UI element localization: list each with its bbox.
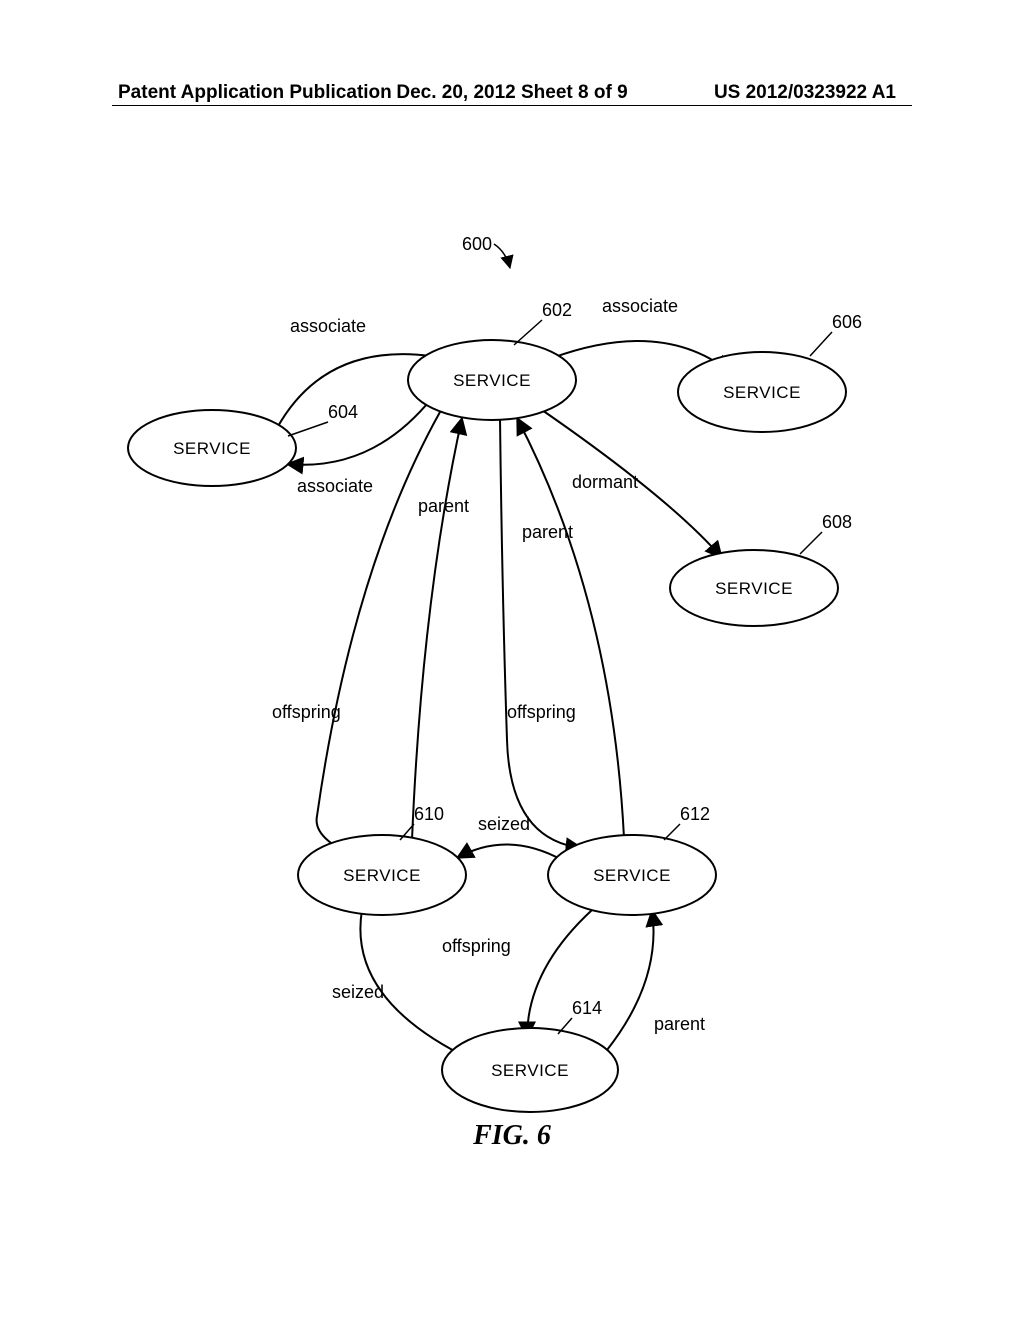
node-606: SERVICE bbox=[678, 352, 846, 432]
edge-offspring-612-614 bbox=[527, 910, 592, 1038]
edge-seized-612-610 bbox=[457, 844, 562, 860]
svg-text:SERVICE: SERVICE bbox=[173, 439, 251, 458]
edge-offspring-602-612 bbox=[500, 418, 582, 848]
svg-text:SERVICE: SERVICE bbox=[491, 1061, 569, 1080]
svg-text:SERVICE: SERVICE bbox=[453, 371, 531, 390]
svg-text:SERVICE: SERVICE bbox=[723, 383, 801, 402]
figure-6-diagram: associate associate associate dormant of… bbox=[62, 140, 962, 1240]
header-mid: Dec. 20, 2012 Sheet 8 of 9 bbox=[396, 82, 627, 104]
header-left: Patent Application Publication bbox=[118, 82, 392, 104]
edgelabel-associate-602-606: associate bbox=[602, 296, 678, 316]
node-610: SERVICE bbox=[298, 835, 466, 915]
svg-text:SERVICE: SERVICE bbox=[715, 579, 793, 598]
figure-caption: FIG. 6 bbox=[0, 1120, 1024, 1152]
node-602: SERVICE bbox=[408, 340, 576, 420]
edge-parent-610-602 bbox=[412, 418, 462, 840]
header-rule bbox=[112, 105, 912, 106]
edgelabel-dormant-602-608: dormant bbox=[572, 472, 638, 492]
edgelabel-parent-610-602: parent bbox=[418, 496, 469, 516]
svg-text:SERVICE: SERVICE bbox=[343, 866, 421, 885]
ref-602: 602 bbox=[542, 300, 572, 320]
ref-606: 606 bbox=[832, 312, 862, 332]
ref-614: 614 bbox=[572, 998, 602, 1018]
edge-associate-602-604 bbox=[287, 398, 432, 465]
ref-610: 610 bbox=[414, 804, 444, 824]
edgelabel-associate-602-604: associate bbox=[297, 476, 373, 496]
edgelabel-seized-612-610: seized bbox=[478, 814, 530, 834]
header-right: US 2012/0323922 A1 bbox=[714, 82, 896, 104]
edgelabel-seized-610-614: seized bbox=[332, 982, 384, 1002]
edgelabel-associate-604-602: associate bbox=[290, 316, 366, 336]
ref-608: 608 bbox=[822, 512, 852, 532]
node-614: SERVICE bbox=[442, 1028, 618, 1112]
svg-text:SERVICE: SERVICE bbox=[593, 866, 671, 885]
ref-600: 600 bbox=[462, 234, 492, 254]
ref-612: 612 bbox=[680, 804, 710, 824]
edgelabel-offspring-612-614: offspring bbox=[442, 936, 511, 956]
ref-604: 604 bbox=[328, 402, 358, 422]
edgelabel-offspring-602-612: offspring bbox=[507, 702, 576, 722]
node-608: SERVICE bbox=[670, 550, 838, 626]
node-604: SERVICE bbox=[128, 410, 296, 486]
edgelabel-offspring-602-610: offspring bbox=[272, 702, 341, 722]
edgelabel-parent-612-602: parent bbox=[522, 522, 573, 542]
edge-parent-614-612 bbox=[607, 910, 654, 1050]
edgelabel-parent-614-612: parent bbox=[654, 1014, 705, 1034]
node-612: SERVICE bbox=[548, 835, 716, 915]
